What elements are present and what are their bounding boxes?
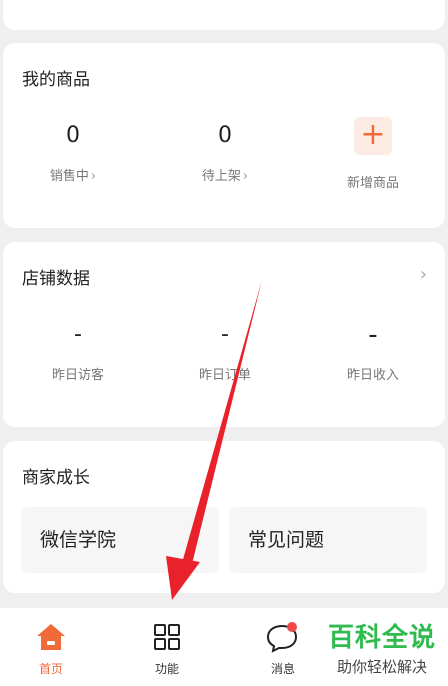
chevron-right-icon[interactable]: › <box>420 264 427 285</box>
wechat-academy-button[interactable]: 微信学院 <box>21 507 219 573</box>
pending-stat[interactable]: 0 待上架 › <box>160 121 290 184</box>
home-icon <box>6 620 96 654</box>
on-sale-stat[interactable]: 0 销售中 › <box>8 121 138 184</box>
pending-label-row: 待上架 › <box>160 165 290 184</box>
pending-label: 待上架 <box>201 169 241 184</box>
add-goods-button[interactable]: + 新增商品 <box>308 115 438 191</box>
plus-icon: + <box>354 117 392 155</box>
tab-messages[interactable]: 消息 <box>238 608 328 677</box>
watermark: 百科全说 助你轻松解决 <box>322 622 442 677</box>
visitors-stat: - 昨日访客 <box>13 320 143 383</box>
chevron-right-icon: › <box>242 169 249 184</box>
faq-button[interactable]: 常见问题 <box>229 507 427 573</box>
on-sale-label: 销售中 <box>49 169 89 184</box>
tab-functions[interactable]: 功能 <box>122 608 212 677</box>
my-goods-card: 我的商品 0 销售中 › 0 待上架 › + 新增商品 <box>3 43 445 228</box>
my-goods-title: 我的商品 <box>22 70 90 90</box>
income-stat: - 昨日收入 <box>308 320 438 383</box>
visitors-value: - <box>74 322 82 347</box>
income-label: 昨日收入 <box>346 368 399 383</box>
merchant-growth-title: 商家成长 <box>22 468 90 488</box>
income-value: - <box>368 320 378 350</box>
store-data-card[interactable]: 店铺数据 › - 昨日访客 - 昨日订单 - 昨日收入 <box>3 242 445 427</box>
on-sale-label-row: 销售中 › <box>8 165 138 184</box>
orders-value: - <box>221 322 229 347</box>
store-data-title: 店铺数据 <box>22 269 90 289</box>
watermark-subtitle: 助你轻松解决 <box>336 658 427 676</box>
merchant-growth-card: 商家成长 微信学院 常见问题 <box>3 441 445 593</box>
tab-home[interactable]: 首页 <box>6 608 96 677</box>
tab-messages-label: 消息 <box>270 662 295 676</box>
pending-count: 0 <box>218 123 232 148</box>
chevron-right-icon: › <box>90 169 97 184</box>
on-sale-count: 0 <box>66 123 80 148</box>
top-card <box>3 0 445 30</box>
tab-functions-label: 功能 <box>154 662 179 676</box>
watermark-title: 百科全说 <box>327 623 436 653</box>
orders-label: 昨日订单 <box>198 368 251 383</box>
tab-home-label: 首页 <box>38 662 63 676</box>
orders-stat: - 昨日订单 <box>160 320 290 383</box>
grid-icon <box>122 620 212 654</box>
visitors-label: 昨日访客 <box>51 368 104 383</box>
add-goods-label: 新增商品 <box>346 176 399 191</box>
chat-bubble-icon <box>238 620 328 654</box>
